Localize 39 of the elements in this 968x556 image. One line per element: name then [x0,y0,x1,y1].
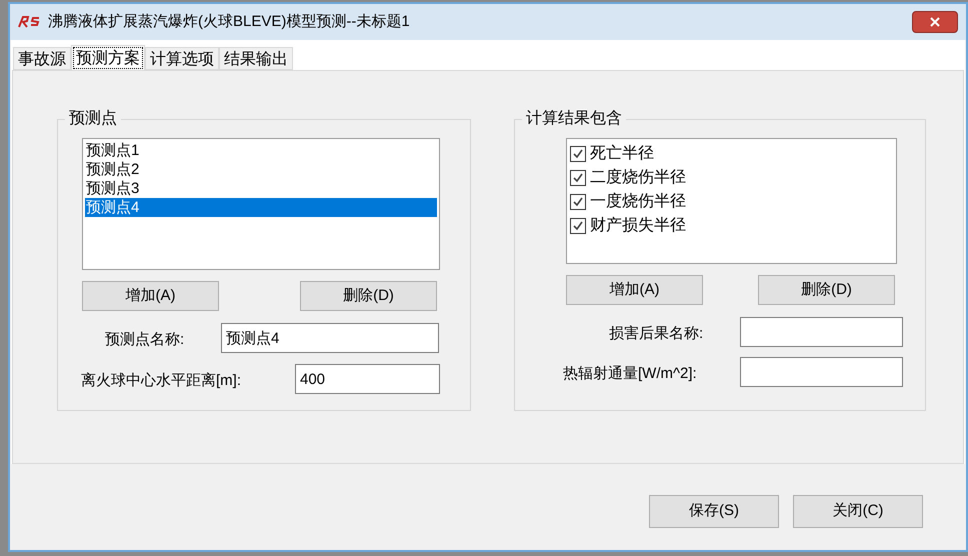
save-button[interactable]: 保存(S) [649,494,779,528]
checkbox[interactable] [570,218,586,234]
add-button[interactable]: 增加(A) [82,281,219,311]
list-item[interactable]: 预测点1 [85,141,437,160]
field-label: 热辐射通量[W/m^2]: [563,364,697,384]
heat-flux-field[interactable] [740,357,903,387]
checkbox-label: 财产损失半径 [590,216,686,236]
add-button[interactable]: 增加(A) [566,275,703,305]
close-icon [930,17,940,27]
window-title: 沸腾液体扩展蒸汽爆炸(火球BLEVE)模型预测--未标题1 [48,12,410,32]
field-label: 预测点名称: [105,330,184,350]
app-logo-icon [18,16,40,28]
checkmark-icon [572,172,584,184]
consequence-name-field[interactable] [740,317,903,347]
checkmark-icon [572,148,584,160]
checkbox[interactable] [570,194,586,210]
tab[interactable]: 计算选项 [145,47,219,70]
checkbox-label: 二度烧伤半径 [590,168,686,188]
list-box[interactable]: 预测点1 预测点2 预测点3 预测点4 [82,138,440,270]
checkmark-icon [572,220,584,232]
delete-button[interactable]: 删除(D) [758,275,895,305]
name-field[interactable]: 预测点4 [221,323,439,353]
tab[interactable]: 事故源 [13,47,71,70]
checkbox-label: 死亡半径 [590,144,654,164]
delete-button[interactable]: 删除(D) [300,281,437,311]
list-item[interactable]: 预测点3 [85,179,437,198]
tab[interactable]: 预测方案 [71,45,145,71]
distance-field[interactable]: 400 [295,364,440,394]
tab[interactable]: 结果输出 [219,47,293,70]
close-button[interactable] [912,11,958,33]
checkbox[interactable] [570,146,586,162]
list-item[interactable]: 预测点4 [85,198,437,217]
field-label: 损害后果名称: [609,324,704,344]
field-label: 离火球中心水平距离[m]: [81,371,241,391]
checkbox[interactable] [570,170,586,186]
close-button[interactable]: 关闭(C) [793,494,923,528]
checkbox-label: 一度烧伤半径 [590,192,686,212]
list-item[interactable]: 预测点2 [85,160,437,179]
checkmark-icon [572,196,584,208]
